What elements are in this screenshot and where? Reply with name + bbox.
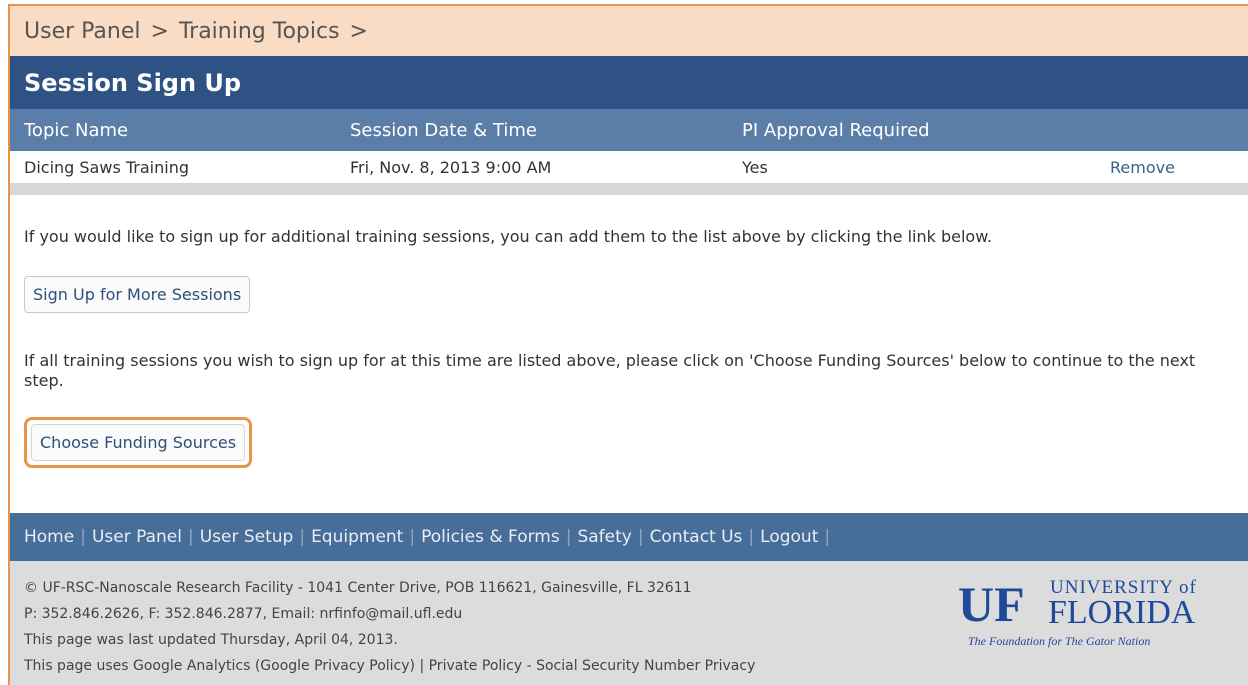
cell-approval: Yes	[742, 157, 768, 177]
nav-policies-forms[interactable]: Policies & Forms	[421, 527, 560, 547]
footer-contact: P: 352.846.2626, F: 352.846.2877, Email:…	[24, 606, 463, 622]
footer-privacy[interactable]: This page uses Google Analytics (Google …	[24, 653, 755, 679]
column-header-datetime: Session Date & Time	[350, 119, 537, 141]
cell-datetime: Fri, Nov. 8, 2013 9:00 AM	[350, 157, 552, 177]
nav-equipment[interactable]: Equipment	[311, 527, 403, 547]
nav-separator: |	[409, 527, 416, 547]
nav-separator: |	[299, 527, 306, 547]
footer-nav: Home | User Panel | User Setup | Equipment |…	[10, 513, 1248, 561]
breadcrumb: User Panel > Training Topics >	[10, 6, 1248, 56]
nav-separator: |	[824, 527, 831, 547]
sign-up-more-button[interactable]: Sign Up for More Sessions	[24, 276, 251, 313]
column-header-approval: PI Approval Required	[742, 119, 930, 141]
page-title-bar: Session Sign Up	[10, 56, 1248, 109]
continue-instructions-text: If all training sessions you wish to sig…	[24, 351, 1196, 390]
table-row: Dicing Saws Training Fri, Nov. 8, 2013 9…	[10, 151, 1248, 195]
nav-separator: |	[80, 527, 86, 547]
page-frame: User Panel > Training Topics > Session S…	[8, 4, 1248, 685]
nav-logout[interactable]: Logout	[760, 527, 818, 547]
nav-user-panel[interactable]: User Panel	[92, 527, 182, 547]
column-header-topic: Topic Name	[24, 119, 129, 141]
uf-logo-tagline: The Foundation for The Gator Nation	[968, 634, 1150, 648]
funding-button-highlight: Choose Funding Sources	[24, 417, 253, 468]
nav-safety[interactable]: Safety	[577, 527, 631, 547]
cell-topic: Dicing Saws Training	[24, 157, 189, 177]
breadcrumb-separator: >	[349, 18, 368, 44]
breadcrumb-training-topics[interactable]: Training Topics	[179, 19, 340, 44]
uf-logo-mark: UF	[958, 576, 1025, 632]
breadcrumb-separator: >	[150, 18, 169, 44]
nav-home[interactable]: Home	[24, 527, 74, 547]
nav-contact-us[interactable]: Contact Us	[650, 527, 743, 547]
choose-funding-sources-button[interactable]: Choose Funding Sources	[31, 424, 246, 461]
nav-separator: |	[748, 527, 755, 547]
nav-user-setup[interactable]: User Setup	[200, 527, 294, 547]
remove-link[interactable]: Remove	[1110, 158, 1175, 177]
breadcrumb-user-panel[interactable]: User Panel	[24, 19, 141, 44]
uf-logo[interactable]: UF UNIVERSITY of FLORIDA The Foundation …	[956, 573, 1226, 653]
page-title: Session Sign Up	[24, 68, 242, 97]
uf-logo-florida: FLORIDA	[1048, 594, 1196, 631]
footer: © UF-RSC-Nanoscale Research Facility - 1…	[10, 561, 1248, 685]
table-header: Topic Name Session Date & Time PI Approv…	[10, 109, 1248, 151]
instructions-text: If you would like to sign up for additio…	[24, 227, 992, 246]
footer-address: © UF-RSC-Nanoscale Research Facility - 1…	[24, 580, 692, 596]
nav-separator: |	[565, 527, 572, 547]
main-content: If you would like to sign up for additio…	[10, 227, 1248, 468]
nav-separator: |	[637, 527, 644, 547]
nav-separator: |	[187, 527, 194, 547]
footer-last-updated: This page was last updated Thursday, Apr…	[24, 632, 398, 648]
